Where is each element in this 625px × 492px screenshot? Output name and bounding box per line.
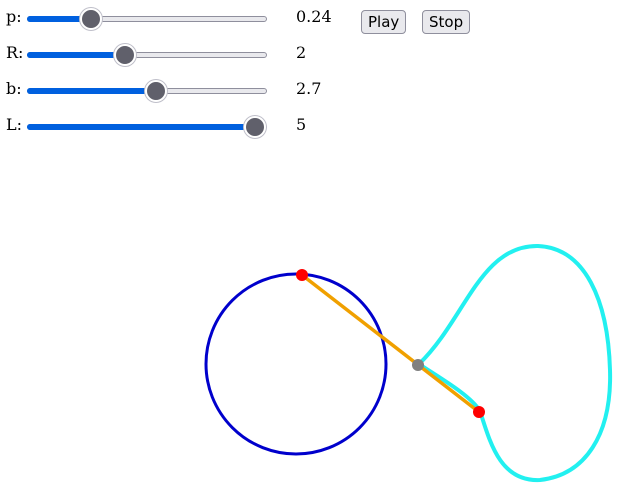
slider-row-r: R: 2: [0, 40, 625, 68]
rod-end-point: [473, 406, 485, 418]
slider-value-l: 5: [296, 115, 307, 134]
slider-value-p: 0.24: [296, 7, 332, 26]
slider-label-r: R:: [6, 43, 24, 62]
pivot-point: [412, 359, 424, 371]
slider-row-p: p: 0.24 Play Stop: [0, 4, 625, 34]
mechanism-canvas: [204, 243, 613, 483]
slider-thumb[interactable]: [79, 8, 102, 30]
crank-point: [296, 269, 308, 281]
slider-fill: [27, 88, 156, 94]
connecting-rod: [300, 273, 481, 414]
slider-label-l: L:: [6, 115, 23, 134]
slider-r[interactable]: [27, 44, 267, 66]
stop-button[interactable]: Stop: [422, 10, 471, 34]
slider-row-b: b: 2.7: [0, 76, 625, 104]
traced-curve: [415, 243, 613, 483]
slider-thumb[interactable]: [244, 116, 266, 138]
slider-label-p: p:: [6, 7, 22, 26]
slider-l[interactable]: [27, 116, 267, 138]
play-button[interactable]: Play: [361, 10, 407, 34]
slider-value-b: 2.7: [296, 79, 322, 98]
slider-thumb[interactable]: [144, 80, 167, 102]
slider-thumb[interactable]: [114, 44, 137, 66]
crank-circle: [204, 272, 388, 456]
slider-fill: [27, 124, 255, 130]
slider-p[interactable]: [27, 8, 267, 30]
slider-b[interactable]: [27, 80, 267, 102]
slider-value-r: 2: [296, 43, 307, 62]
slider-row-l: L: 5: [0, 112, 625, 140]
slider-fill: [27, 52, 126, 58]
slider-label-b: b:: [6, 79, 22, 98]
